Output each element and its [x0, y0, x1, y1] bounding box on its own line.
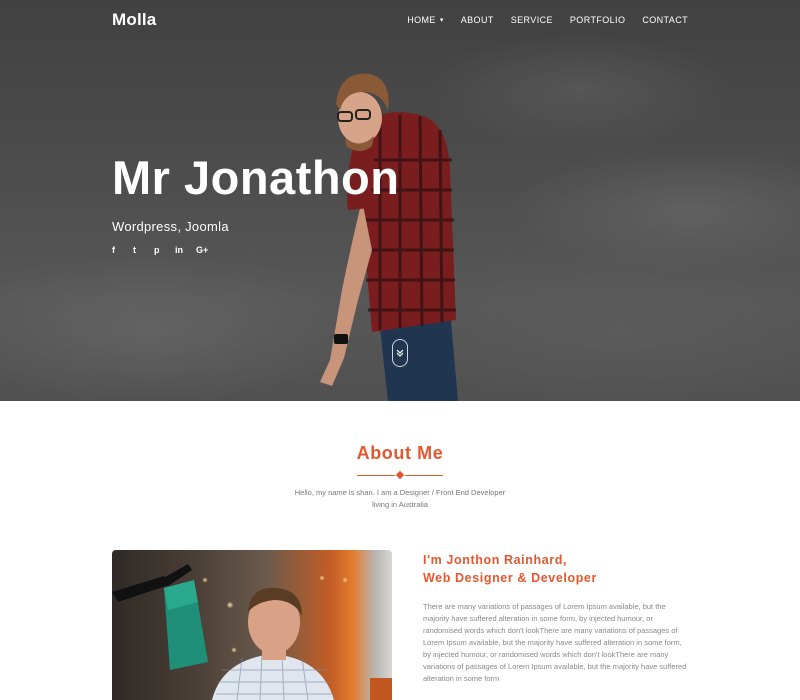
twitter-icon[interactable]: t	[133, 243, 154, 257]
bio-line: by injected humour, or randomised words …	[423, 650, 669, 659]
bio-line: majority have suffered alteration in som…	[423, 614, 653, 623]
nav-item-portfolio[interactable]: PORTFOLIO	[570, 15, 625, 25]
google-plus-icon[interactable]: G+	[196, 243, 217, 257]
main-nav: HOME ▾ ABOUT SERVICE PORTFOLIO CONTACT	[390, 15, 688, 25]
bio-heading-line-2: Web Designer & Developer	[423, 571, 597, 585]
nav-item-service[interactable]: SERVICE	[511, 15, 553, 25]
top-navbar: Molla HOME ▾ ABOUT SERVICE PORTFOLIO CON…	[0, 0, 800, 42]
nav-item-contact-label: CONTACT	[642, 15, 688, 25]
hero-section: Molla HOME ▾ ABOUT SERVICE PORTFOLIO CON…	[0, 0, 800, 401]
social-links: f t p in G+	[112, 243, 217, 257]
nav-item-contact[interactable]: CONTACT	[642, 15, 688, 25]
bio-line: variations of passages of Lorem Ipsum av…	[423, 662, 687, 671]
site-logo[interactable]: Molla	[112, 10, 156, 30]
nav-item-service-label: SERVICE	[510, 15, 553, 25]
pinterest-icon[interactable]: p	[154, 243, 175, 257]
bio-line: There are many variations of passages of…	[423, 602, 666, 611]
divider-line-right	[405, 475, 443, 476]
chevron-double-down-icon	[396, 349, 404, 357]
bio-heading: I'm Jonthon Rainhard, Web Designer & Dev…	[423, 551, 713, 587]
about-intro-line-2: living in Australia	[372, 500, 428, 509]
nav-item-about-label: ABOUT	[460, 15, 494, 25]
bio-line: alteration in some form	[423, 674, 500, 683]
chevron-down-icon: ▾	[439, 17, 444, 24]
scroll-down-button[interactable]	[392, 339, 408, 367]
divider-line-left	[357, 475, 395, 476]
profile-photo-illustration	[112, 564, 392, 700]
about-intro: Hello, my name is shan. I am a Designer …	[0, 487, 800, 511]
bio-text: There are many variations of passages of…	[423, 601, 693, 685]
nav-item-home-label: HOME	[407, 15, 436, 25]
hero-title: Mr Jonathon	[112, 151, 400, 204]
profile-photo	[112, 550, 392, 700]
facebook-icon[interactable]: f	[112, 243, 133, 257]
about-intro-line-1: Hello, my name is shan. I am a Designer …	[294, 488, 506, 497]
nav-item-home[interactable]: HOME ▾	[407, 15, 444, 25]
bio-line: randomised words which don't lookThere a…	[423, 626, 678, 635]
title-divider	[357, 470, 443, 480]
hero-subtitle: Wordpress, Joomla	[112, 219, 229, 234]
nav-item-about[interactable]: ABOUT	[461, 15, 494, 25]
divider-diamond-icon	[395, 470, 405, 480]
linkedin-icon[interactable]: in	[175, 243, 196, 257]
bio-line: Lorem Ipsum available, but the majority …	[423, 638, 682, 647]
about-title: About Me	[356, 443, 444, 463]
nav-item-portfolio-label: PORTFOLIO	[569, 15, 626, 25]
bio-heading-line-1: I'm Jonthon Rainhard,	[423, 553, 568, 567]
